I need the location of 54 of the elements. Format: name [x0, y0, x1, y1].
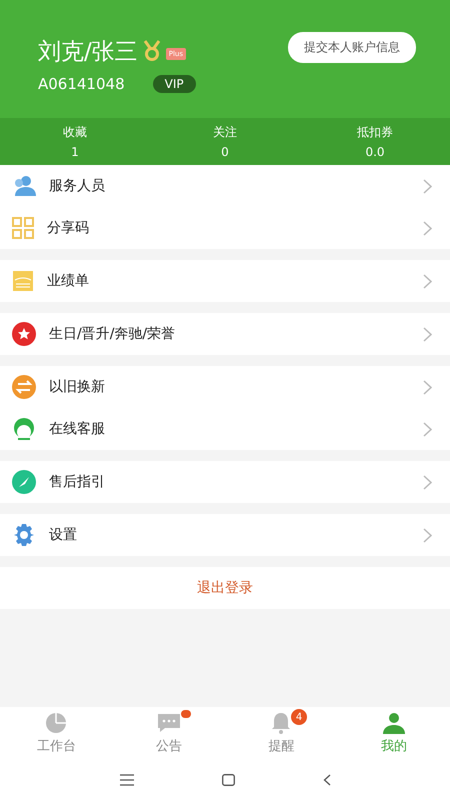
menu-label: 售后指引: [49, 473, 106, 491]
chat-icon: [156, 712, 181, 734]
menu-icon[interactable]: [120, 774, 134, 786]
menu-item[interactable]: 生日/晋升/奔驰/荣誉: [0, 313, 450, 355]
chevron-right-icon: [423, 274, 432, 288]
menu-label: 分享码: [47, 219, 90, 237]
menu-label: 以旧换新: [49, 378, 106, 396]
pie-chart-icon: [45, 712, 68, 734]
person-icon: [382, 712, 406, 734]
stat-label: 收藏: [63, 124, 87, 141]
menu-item[interactable]: 设置: [0, 514, 450, 556]
account-info-button[interactable]: 提交本人账户信息: [288, 32, 416, 62]
stat-value: 0: [221, 145, 229, 159]
menu-item[interactable]: 售后指引: [0, 461, 450, 503]
tab-item[interactable]: 工作台: [0, 707, 112, 760]
chevron-right-icon: [423, 528, 432, 542]
stat-value: 0.0: [365, 145, 385, 159]
count-badge: 4: [291, 709, 307, 725]
menu-item[interactable]: 以旧换新: [0, 366, 450, 408]
menu-item[interactable]: 业绩单: [0, 260, 450, 302]
menu-item[interactable]: 服务人员: [0, 165, 450, 207]
people-icon: [12, 175, 36, 197]
stat-value: 1: [71, 145, 79, 159]
qr-code-icon: [12, 217, 34, 239]
chevron-right-icon: [423, 220, 432, 236]
bell-icon: [270, 712, 292, 734]
back-icon[interactable]: [322, 774, 330, 786]
chevron-right-icon: [423, 326, 432, 342]
user-name: 刘克/张三: [38, 38, 138, 66]
stat-label: 关注: [213, 124, 237, 141]
chevron-right-icon: [423, 380, 432, 394]
menu-item[interactable]: 分享码: [0, 207, 450, 249]
tab-item[interactable]: 公告: [112, 707, 225, 760]
menu-label: 业绩单: [47, 272, 90, 290]
vip-badge: VIP: [152, 74, 196, 92]
medal-icon: [142, 40, 162, 62]
stat-label: 抵扣券: [357, 124, 393, 141]
chevron-right-icon: [423, 178, 432, 194]
tab-item[interactable]: 提醒 4: [225, 707, 338, 760]
document-icon: [12, 270, 34, 292]
menu-item[interactable]: 在线客服: [0, 408, 450, 450]
exchange-icon: [12, 375, 36, 399]
menu-label: 服务人员: [49, 177, 106, 195]
menu-label: 在线客服: [49, 420, 106, 438]
logout-button[interactable]: 退出登录: [0, 567, 450, 609]
home-icon[interactable]: [222, 774, 234, 786]
chevron-right-icon: [423, 422, 432, 436]
support-agent-icon: [12, 417, 36, 441]
chevron-right-icon: [423, 474, 432, 490]
menu-label: 生日/晋升/奔驰/荣誉: [49, 325, 176, 343]
compass-icon: [12, 470, 36, 494]
settings-icon: [12, 523, 36, 547]
member-id: A06141048: [38, 74, 125, 92]
menu-label: 设置: [49, 526, 78, 544]
